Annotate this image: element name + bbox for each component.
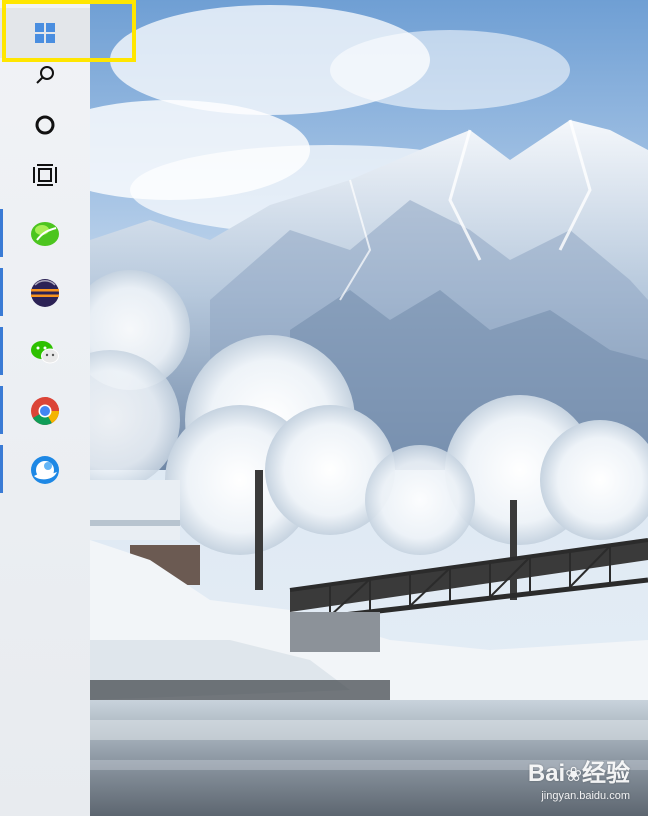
baidu-jingyan-watermark: Bai❀经验 jingyan.baidu.com: [528, 753, 630, 802]
watermark-brand: Bai❀经验: [528, 753, 630, 788]
eclipse-icon: [31, 279, 59, 307]
watermark-url: jingyan.baidu.com: [541, 790, 630, 802]
cortana-circle-icon: [35, 115, 55, 135]
chrome-icon: [31, 397, 59, 425]
task-view-icon: [33, 164, 57, 186]
taskbar-app-1[interactable]: [0, 209, 90, 259]
running-indicator: [0, 209, 3, 257]
running-indicator: [0, 386, 3, 434]
task-view-button[interactable]: [0, 150, 90, 200]
search-button[interactable]: [0, 50, 90, 100]
taskbar: [0, 0, 90, 816]
desktop-screen: Bai❀经验 jingyan.baidu.com: [0, 0, 648, 816]
running-indicator: [0, 327, 3, 375]
desktop-wallpaper: Bai❀经验 jingyan.baidu.com: [90, 0, 648, 816]
windows-logo-icon: [35, 23, 55, 43]
taskbar-app-2[interactable]: [0, 268, 90, 318]
running-indicator: [0, 445, 3, 493]
watermark-brand-b: 经验: [582, 760, 630, 787]
cortana-button[interactable]: [0, 100, 90, 150]
watermark-brand-a: Bai: [527, 760, 566, 787]
taskbar-app-4[interactable]: [0, 386, 90, 436]
search-icon: [36, 66, 54, 84]
paw-icon: ❀: [565, 764, 582, 786]
wechat-icon: [31, 341, 59, 364]
running-indicator: [0, 268, 3, 316]
green-leaf-app-icon: [31, 222, 59, 246]
taskbar-app-3[interactable]: [0, 327, 90, 377]
taskbar-app-5[interactable]: [0, 445, 90, 495]
blue-swirl-app-icon: [31, 456, 59, 484]
wallpaper-landscape: [90, 0, 648, 816]
